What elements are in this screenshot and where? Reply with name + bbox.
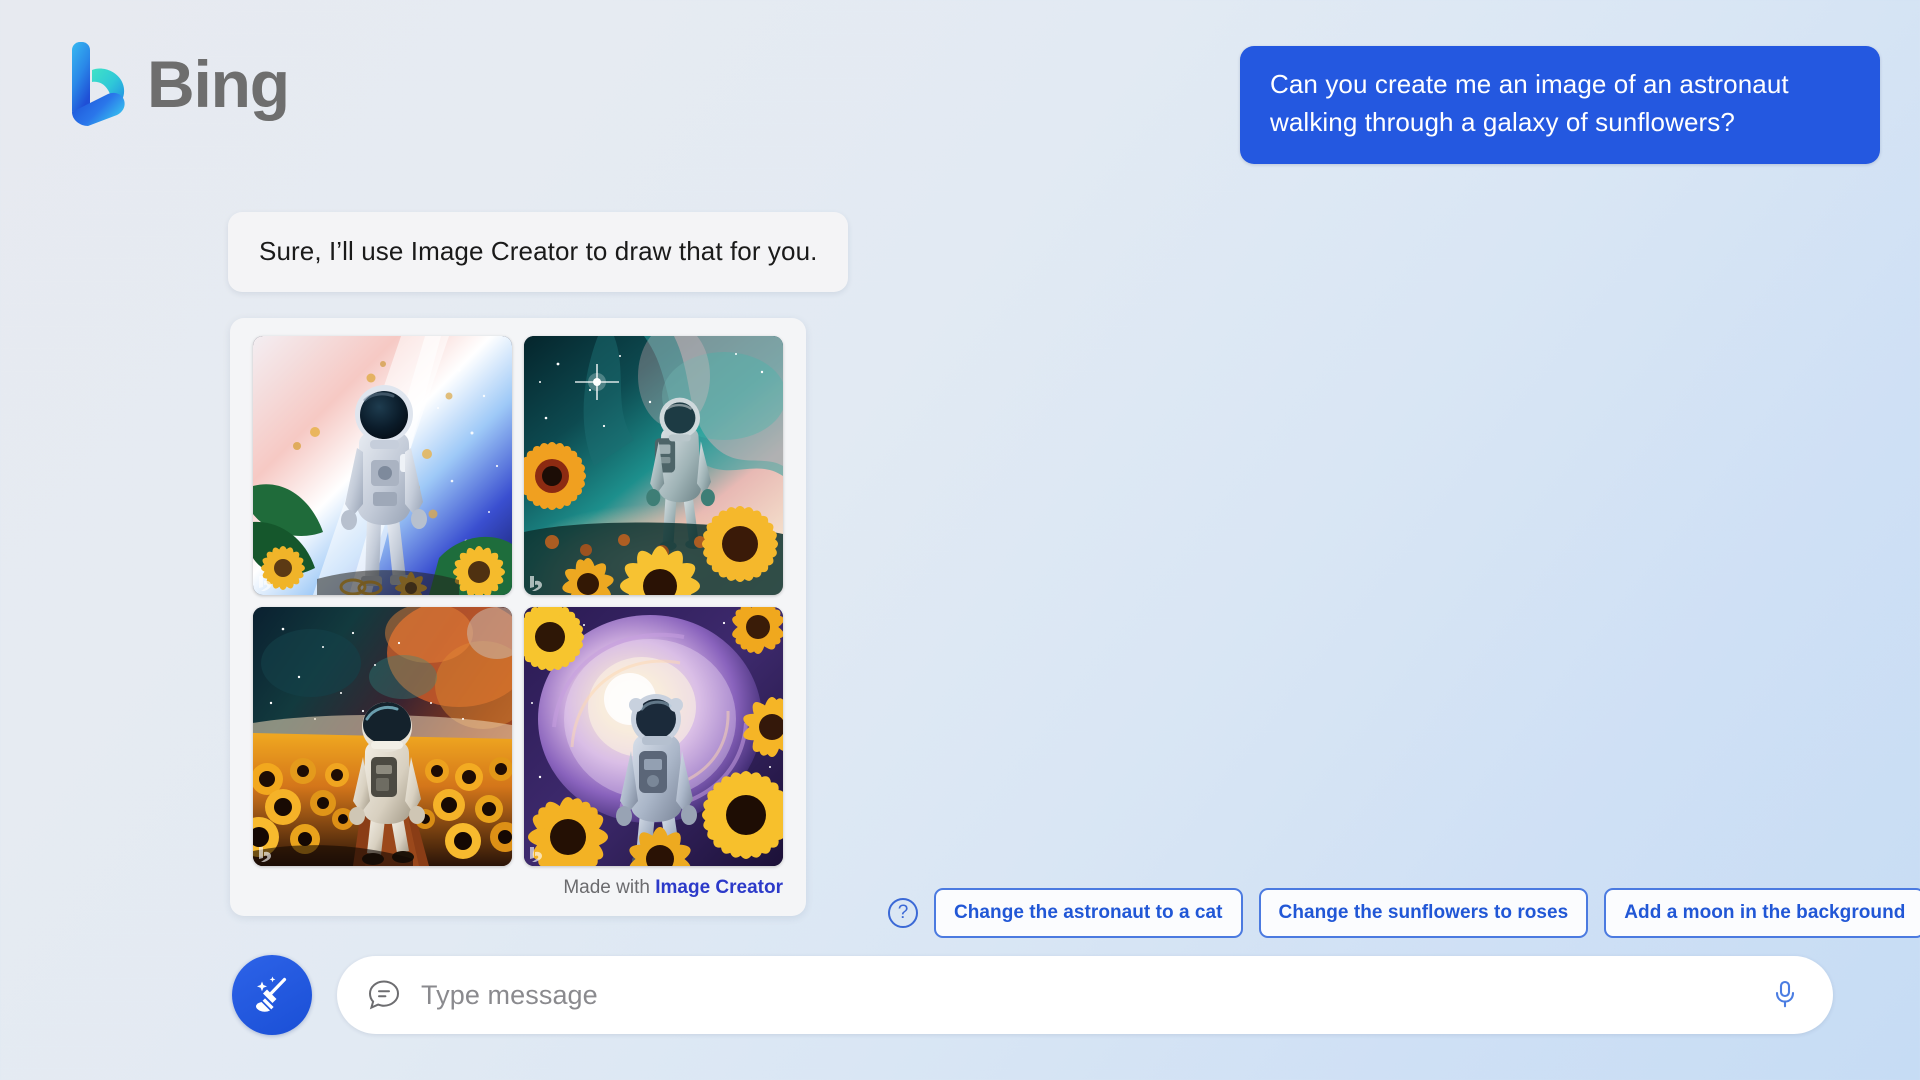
suggestion-chip-3[interactable]: Add a moon in the background: [1604, 888, 1920, 938]
bing-watermark-icon: [258, 574, 273, 592]
suggestion-chips-row: ? Change the astronaut to a cat Change t…: [888, 888, 1920, 938]
bing-watermark-icon: [529, 574, 544, 592]
brand-name: Bing: [147, 47, 290, 121]
user-message-bubble: Can you create me an image of an astrona…: [1240, 46, 1880, 164]
generated-image-2[interactable]: [524, 336, 783, 595]
generated-image-4[interactable]: [524, 607, 783, 866]
user-message-row: Can you create me an image of an astrona…: [1120, 46, 1880, 164]
image-creator-link[interactable]: Image Creator: [655, 877, 783, 898]
image-card-footer: Made with Image Creator: [248, 877, 788, 906]
suggestion-chip-1[interactable]: Change the astronaut to a cat: [934, 888, 1243, 938]
image-results-card: Made with Image Creator: [230, 318, 806, 916]
bing-logo-icon: [68, 42, 130, 126]
microphone-icon: [1769, 978, 1801, 1013]
question-mark-icon[interactable]: ?: [888, 898, 918, 928]
generated-image-3[interactable]: [253, 607, 512, 866]
search-input[interactable]: [421, 979, 1743, 1011]
suggestion-chip-2[interactable]: Change the sunflowers to roses: [1258, 888, 1589, 938]
image-grid: [248, 336, 788, 866]
chat-bubble-lines-icon: [367, 978, 401, 1012]
generated-image-1[interactable]: [253, 336, 512, 595]
new-topic-button[interactable]: [232, 955, 312, 1035]
composer-bar: [232, 955, 1833, 1035]
message-input-shell[interactable]: [337, 956, 1833, 1034]
assistant-message-bubble: Sure, I’ll use Image Creator to draw tha…: [228, 212, 849, 293]
made-with-label: Made with: [563, 877, 650, 898]
broom-sparkle-icon: [250, 971, 294, 1020]
bing-watermark-icon: [529, 845, 544, 863]
bing-logo[interactable]: Bing: [68, 42, 290, 126]
bing-watermark-icon: [258, 845, 273, 863]
microphone-button[interactable]: [1763, 973, 1807, 1017]
